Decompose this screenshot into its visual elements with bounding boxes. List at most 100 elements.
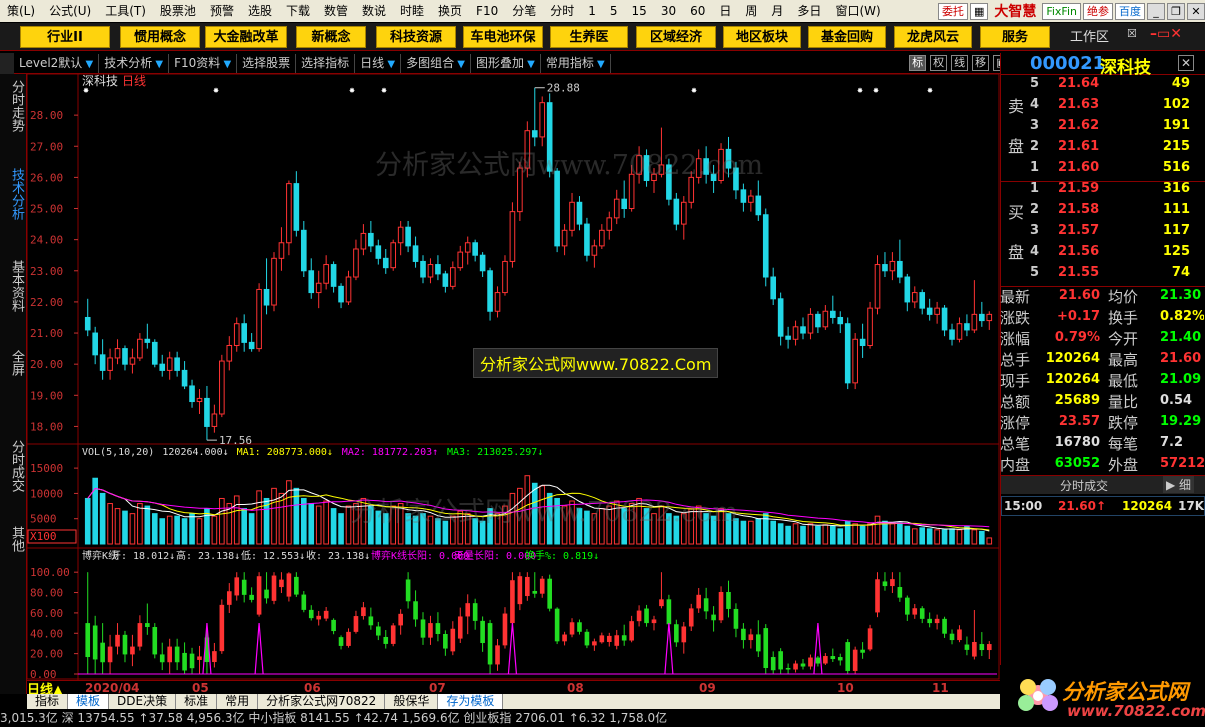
left-tab-3[interactable]: 全屏 [5, 350, 24, 376]
menu-item-16[interactable]: 15 [625, 0, 654, 22]
event-star-icon[interactable]: ✸ [857, 85, 863, 96]
sector-button-9[interactable]: 基金回购 [808, 26, 886, 48]
left-tab-4[interactable]: 分时成交 [5, 440, 24, 492]
sector-button-8[interactable]: 地区板块 [723, 26, 801, 48]
toolbar-mode-0[interactable]: 标 [909, 55, 927, 71]
menu-item-5[interactable]: 选股 [241, 0, 279, 22]
candle-body [405, 226, 411, 247]
sector-button-3[interactable]: 新概念 [296, 26, 366, 48]
toolbar-item-6[interactable]: 多图组合 ▼ [401, 53, 471, 73]
bottom-tab-2[interactable]: DDE决策 [109, 694, 177, 709]
workzone-label[interactable]: 工作区 [1070, 26, 1109, 45]
menu-item-9[interactable]: 时睦 [393, 0, 431, 22]
left-tab-1[interactable]: 技术分析 [5, 168, 24, 220]
menu-item-20[interactable]: 周 [738, 0, 764, 22]
menu-item-19[interactable]: 日 [712, 0, 738, 22]
menu-item-8[interactable]: 数说 [355, 0, 393, 22]
bottom-tab-6[interactable]: 般保华 [385, 694, 439, 709]
buy-row[interactable]: 3 21.57 117 [1030, 223, 1200, 244]
menu-item-14[interactable]: 1 [581, 0, 603, 22]
sector-button-7[interactable]: 区域经济 [636, 26, 716, 48]
close-icon[interactable]: ✕ [1187, 2, 1205, 20]
candle-body [233, 323, 240, 346]
menu-item-6[interactable]: 下载 [279, 0, 317, 22]
menu-item-10[interactable]: 换页 [431, 0, 469, 22]
menu-item-18[interactable]: 60 [683, 0, 712, 22]
event-star-icon[interactable]: ✸ [927, 85, 933, 96]
event-star-icon[interactable]: ✸ [873, 85, 879, 96]
baidu-button[interactable]: 百度 [1115, 2, 1145, 20]
sector-button-6[interactable]: 生养医 [550, 26, 628, 48]
event-star-icon[interactable]: ✸ [213, 85, 219, 96]
menu-item-12[interactable]: 分笔 [505, 0, 543, 22]
toolbar-item-0[interactable]: Level2默认 ▼ [14, 53, 100, 73]
toolbar-item-3[interactable]: 选择股票 [237, 53, 297, 73]
menu-item-7[interactable]: 数管 [317, 0, 355, 22]
sector-button-1[interactable]: 惯用概念 [120, 26, 200, 48]
workzone-close-icon[interactable]: ☒ [1127, 27, 1137, 40]
sell-row[interactable]: 5 21.64 49 [1030, 76, 1200, 97]
ind-candle-body [718, 591, 724, 621]
restore-icon[interactable]: ❐ [1167, 2, 1185, 20]
sector-button-11[interactable]: 服务 [980, 26, 1050, 48]
sell-row[interactable]: 2 21.61 215 [1030, 139, 1200, 160]
menu-item-13[interactable]: 分时 [543, 0, 581, 22]
price-tick-label: 27.00 [30, 140, 63, 153]
menu-item-23[interactable]: 窗口(W) [828, 0, 887, 22]
menu-item-11[interactable]: F10 [469, 0, 505, 22]
ind-candle-body [644, 608, 649, 624]
menu-item-4[interactable]: 预警 [203, 0, 241, 22]
sell-row[interactable]: 4 21.63 102 [1030, 97, 1200, 118]
event-star-icon[interactable]: ✸ [691, 85, 697, 96]
bottom-tab-7[interactable]: 存为模板 [438, 694, 504, 709]
menu-item-17[interactable]: 30 [654, 0, 683, 22]
bottom-tab-3[interactable]: 标准 [176, 694, 218, 709]
toolbar-item-2[interactable]: F10资料 ▼ [169, 53, 238, 73]
buy-row[interactable]: 4 21.56 125 [1030, 244, 1200, 265]
bottom-tab-5[interactable]: 分析家公式网70822 [258, 694, 386, 709]
toolbar-item-5[interactable]: 日线 ▼ [355, 53, 402, 73]
event-star-icon[interactable]: ✸ [381, 85, 387, 96]
toolbar-item-7[interactable]: 图形叠加 ▼ [471, 53, 541, 73]
tick-detail-button[interactable]: ▶ 细 [1163, 476, 1195, 493]
menu-item-15[interactable]: 5 [603, 0, 625, 22]
sector-button-0[interactable]: 行业II [20, 26, 110, 48]
toolbar-mode-1[interactable]: 权 [930, 55, 948, 71]
toolbar-item-8[interactable]: 常用指标 ▼ [541, 53, 611, 73]
sector-button-2[interactable]: 大金融改革 [205, 26, 287, 48]
toolbar-item-1[interactable]: 技术分析 ▼ [99, 53, 170, 73]
tick-tab-label[interactable]: 分时成交 [1060, 477, 1108, 494]
left-tab-0[interactable]: 分时走势 [5, 80, 24, 132]
stat-key: 外盘 [1108, 456, 1139, 474]
sector-button-4[interactable]: 科技资源 [376, 26, 456, 48]
event-star-icon[interactable]: ✸ [349, 85, 355, 96]
minimize-icon[interactable]: _ [1147, 2, 1165, 20]
bottom-tab-1[interactable]: 模板 [68, 694, 110, 709]
menu-item-0[interactable]: 策(L) [0, 0, 42, 22]
toolbar-item-4[interactable]: 选择指标 [296, 53, 356, 73]
left-tab-5[interactable]: 其他 [5, 526, 24, 552]
grid-icon[interactable]: ▦ [969, 2, 989, 20]
buy-row[interactable]: 2 21.58 111 [1030, 202, 1200, 223]
bottom-tab-0[interactable]: 指标 [27, 694, 69, 709]
window-controls[interactable]: –▭✕ [1150, 26, 1182, 42]
buy-row[interactable]: 1 21.59 316 [1030, 181, 1200, 202]
menu-item-1[interactable]: 公式(U) [42, 0, 98, 22]
left-tab-2[interactable]: 基本资料 [5, 260, 24, 312]
sell-row[interactable]: 1 21.60 516 [1030, 160, 1200, 181]
close-quote-icon[interactable]: ✕ [1178, 55, 1194, 71]
sell-row[interactable]: 3 21.62 191 [1030, 118, 1200, 139]
menu-item-2[interactable]: 工具(T) [98, 0, 153, 22]
toolbar-mode-3[interactable]: 移 [972, 55, 990, 71]
sector-button-10[interactable]: 龙虎风云 [894, 26, 972, 48]
buy-row[interactable]: 5 21.55 74 [1030, 265, 1200, 286]
menu-item-3[interactable]: 股票池 [153, 0, 203, 22]
judge-button[interactable]: 绝参 [1083, 2, 1113, 20]
toolbar-mode-2[interactable]: 线 [951, 55, 969, 71]
bottom-tab-4[interactable]: 常用 [217, 694, 259, 709]
sector-button-5[interactable]: 车电池环保 [463, 26, 543, 48]
menu-item-22[interactable]: 多日 [790, 0, 828, 22]
menu-item-21[interactable]: 月 [764, 0, 790, 22]
entrust-button[interactable]: 委托 [937, 2, 968, 20]
fixfin-button[interactable]: FixFin [1042, 2, 1081, 20]
